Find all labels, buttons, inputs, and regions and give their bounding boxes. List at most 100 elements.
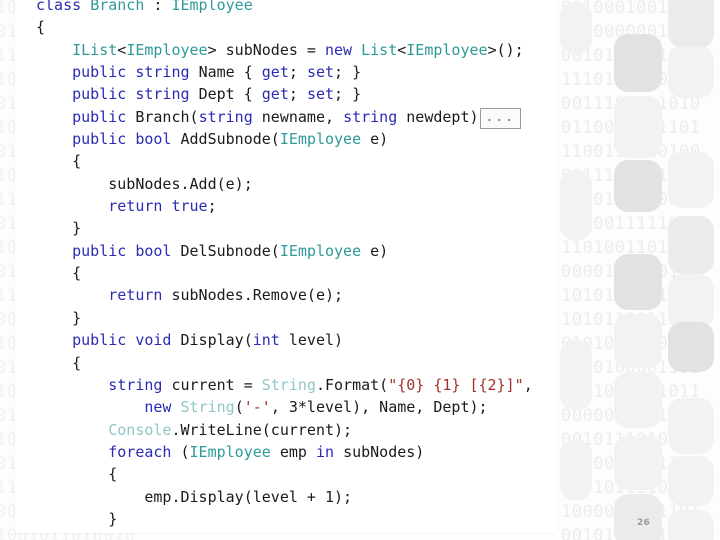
- code-token: level): [288, 331, 344, 350]
- decoration-blob: [668, 46, 714, 98]
- code-token: Branch: [90, 0, 145, 14]
- code-token: (: [180, 442, 190, 461]
- code-line: public void Display(int level): [36, 329, 557, 351]
- code-token: e): [361, 241, 389, 260]
- code-line: emp.Display(level + 1);: [36, 486, 557, 508]
- code-token: , 3*level), Name, Dept);: [270, 398, 488, 417]
- code-token: IEmployee: [279, 241, 362, 260]
- decoration-blob: [668, 274, 714, 328]
- code-token: }: [72, 308, 82, 327]
- code-token: String: [261, 375, 316, 394]
- code-token: get: [261, 63, 289, 82]
- code-token: > subNodes =: [207, 40, 325, 59]
- code-token: subNodes.Remove(e);: [171, 286, 344, 305]
- code-token: {: [72, 264, 82, 283]
- code-token: newname,: [261, 107, 344, 126]
- code-line: {: [36, 262, 557, 284]
- code-token: int: [252, 331, 289, 350]
- code-line: {: [36, 150, 557, 172]
- code-line: {: [36, 463, 557, 485]
- code-token: IEmployee: [171, 0, 253, 14]
- code-token: return true: [108, 197, 208, 216]
- code-token: emp.Display(level + 1);: [144, 487, 353, 506]
- decoration-blob: [614, 160, 662, 212]
- code-token: ,: [523, 375, 533, 394]
- code-token: Display(: [180, 331, 253, 350]
- decoration-blob: [668, 510, 714, 540]
- code-token: IEmployee: [189, 442, 271, 461]
- code-line: IList<IEmployee> subNodes = new List<IEm…: [36, 39, 557, 61]
- code-token: ;: [288, 63, 307, 82]
- decoration-blob: [668, 0, 714, 48]
- code-token: <: [397, 40, 407, 59]
- code-token: .Format(: [315, 375, 389, 394]
- code-token: new: [144, 398, 181, 417]
- code-token: String: [180, 398, 235, 417]
- code-token: ; }: [334, 63, 362, 82]
- code-line: }: [36, 508, 557, 530]
- code-token: ;: [207, 197, 217, 216]
- code-token: {: [36, 18, 46, 37]
- page-number: 26: [637, 518, 651, 528]
- code-token: (: [234, 398, 244, 417]
- decoration-blob: [668, 398, 714, 454]
- code-token: ; }: [334, 85, 362, 104]
- code-token: string: [108, 375, 172, 394]
- code-token: List: [361, 40, 398, 59]
- decoration-blob: [560, 2, 592, 54]
- code-token: get: [261, 85, 289, 104]
- code-line: public Branch(string newname, string new…: [36, 106, 557, 129]
- code-token: return: [108, 286, 172, 305]
- code-token: public: [72, 107, 136, 126]
- code-token: IEmployee: [126, 40, 208, 59]
- code-token: {: [72, 152, 82, 171]
- code-token: IEmployee: [406, 40, 488, 59]
- code-line: public bool AddSubnode(IEmployee e): [36, 128, 557, 150]
- code-token: AddSubnode(: [180, 130, 280, 149]
- decoration-blob: [614, 254, 662, 310]
- code-line: class Branch : IEmployee: [36, 0, 557, 16]
- code-line: {: [36, 352, 557, 374]
- code-token: newdept): [406, 107, 479, 126]
- code-line: public bool DelSubnode(IEmployee e): [36, 240, 557, 262]
- code-line: }: [36, 307, 557, 329]
- decoration-blob: [614, 436, 662, 490]
- decoration-blob: [560, 340, 592, 410]
- code-token: subNodes): [343, 442, 425, 461]
- decoration-blob: [668, 456, 714, 506]
- code-line: foreach (IEmployee emp in subNodes): [36, 441, 557, 463]
- code-token: Name {: [198, 63, 262, 82]
- code-token: {: [72, 353, 82, 372]
- code-line: }: [36, 217, 557, 239]
- code-token: foreach: [108, 442, 181, 461]
- collapsed-region-toggle[interactable]: ...: [479, 107, 522, 129]
- code-token: ;: [288, 85, 307, 104]
- decoration-blob: [560, 170, 592, 240]
- code-token: set: [306, 63, 335, 82]
- code-token: new: [325, 40, 362, 59]
- code-line: subNodes.Add(e);: [36, 173, 557, 195]
- decoration-blob: [668, 216, 714, 274]
- code-line: string current = String.Format("{0} {1} …: [36, 374, 557, 396]
- decoration-blob: [668, 322, 714, 372]
- code-token: current =: [171, 375, 262, 394]
- code-line: public string Name { get; set; }: [36, 61, 557, 83]
- code-token: Dept {: [198, 85, 262, 104]
- decoration-blob: [614, 372, 662, 428]
- code-token: Console: [108, 420, 172, 439]
- code-token: {: [108, 465, 118, 484]
- code-token: in: [315, 442, 344, 461]
